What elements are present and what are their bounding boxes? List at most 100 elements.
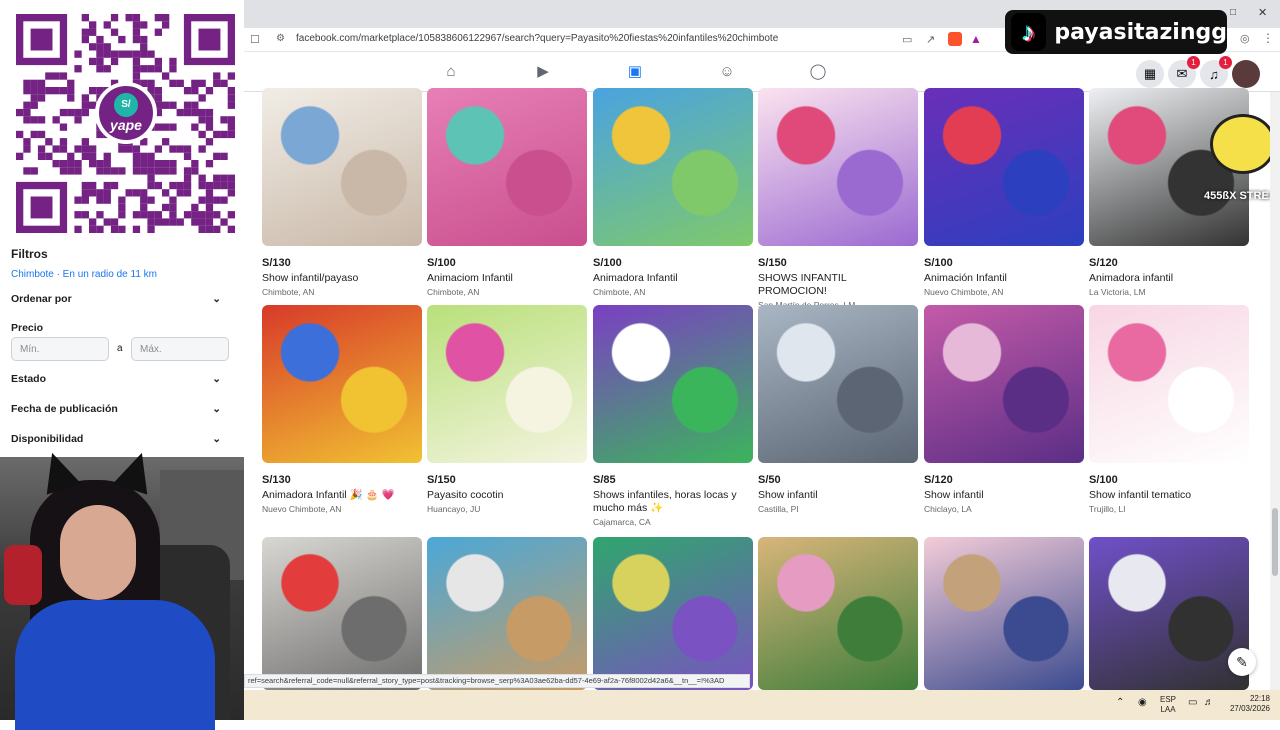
chevron-down-icon: ⌄ (212, 293, 221, 305)
filters-title: Filtros (11, 247, 48, 261)
listing-card[interactable]: S/130 Animadora Infantil 🎉 🎂 💗 Nuevo Chimb… (262, 305, 422, 514)
listing-price: S/120 (1089, 257, 1118, 269)
listing-price: S/150 (758, 257, 787, 269)
sort-dropdown[interactable]: Ordenar por ⌄ (11, 293, 221, 305)
listing-card[interactable]: S/100 Animadora Infantil Chimbote, AN (593, 88, 753, 297)
tiktok-overlay: ♪ payasitazingg (1005, 10, 1227, 54)
listing-photo[interactable] (758, 537, 918, 690)
listing-photo[interactable] (427, 88, 587, 246)
min-price-input[interactable]: Mín. (11, 337, 109, 361)
max-price-input[interactable]: Máx. (131, 337, 229, 361)
notifications-button[interactable]: ♫ 1 (1200, 56, 1232, 88)
listing-photo[interactable] (593, 305, 753, 463)
listing-photo[interactable] (427, 305, 587, 463)
listing-price: S/100 (1089, 474, 1118, 486)
marketplace-icon[interactable]: ▣ (626, 64, 644, 80)
scrollbar-thumb[interactable] (1272, 508, 1278, 576)
bookmark-icon[interactable]: ☐ (250, 33, 260, 46)
listing-photo[interactable] (1089, 305, 1249, 463)
listing-card[interactable]: S/50 Show infantil Castilla, PI (758, 305, 918, 514)
listing-title[interactable]: Show infantil/payaso (262, 272, 422, 285)
listing-photo[interactable] (924, 537, 1084, 690)
listing-photo[interactable] (427, 537, 587, 690)
listing-title[interactable]: Show infantil (924, 489, 1084, 502)
vpn-shield-icon[interactable]: ◎ (1240, 32, 1250, 45)
listing-title[interactable]: Show infantil tematico (1089, 489, 1249, 502)
listing-photo[interactable] (593, 537, 753, 690)
volume-icon[interactable]: ♬ (1204, 697, 1214, 708)
groups-icon[interactable]: ☺ (718, 64, 736, 80)
listing-location: Cajamarca, CA (593, 517, 651, 527)
listing-card[interactable]: S/100 Show infantil tematico Trujillo, LI (1089, 305, 1249, 514)
listing-photo[interactable] (262, 88, 422, 246)
language-indicator[interactable]: ESP LAA (1156, 695, 1180, 715)
listing-title[interactable]: SHOWS INFANTIL PROMOCION! (758, 272, 918, 298)
microphone-icon[interactable]: ◉ (1138, 697, 1147, 708)
gaming-icon[interactable]: ◯ (809, 64, 827, 80)
site-info-icon[interactable]: ⚙ (276, 33, 285, 44)
availability-dropdown[interactable]: Disponibilidad ⌄ (11, 433, 221, 445)
listing-card[interactable]: S/130 Show infantil/payaso Chimbote, AN (262, 88, 422, 297)
chevron-down-icon: ⌄ (212, 403, 221, 415)
listing-title[interactable]: Animaciom Infantil (427, 272, 587, 285)
profile-avatar[interactable] (1232, 60, 1260, 88)
listing-title[interactable]: Animadora Infantil (593, 272, 753, 285)
listing-card[interactable]: S/100 Animación Infantil Nuevo Chimbote, A… (924, 88, 1084, 297)
listing-photo[interactable] (593, 88, 753, 246)
share-icon[interactable]: ↗ (926, 33, 935, 46)
listing-title[interactable]: Payasito cocotin (427, 489, 587, 502)
listing-title[interactable]: Shows infantiles, horas locas y mucho má… (593, 489, 753, 515)
listing-title[interactable]: Animación Infantil (924, 272, 1084, 285)
listing-photo[interactable] (758, 88, 918, 246)
listing-card[interactable]: S/150 Payasito cocotin Huancayo, JU (427, 305, 587, 514)
listing-title[interactable]: Show infantil (758, 489, 918, 502)
listing-card[interactable]: S/85 Shows infantiles, horas locas y much… (593, 305, 753, 527)
listing-title[interactable]: Animadora infantil (1089, 272, 1249, 285)
listing-card[interactable] (1089, 537, 1249, 701)
rewards-icon[interactable]: ▲ (970, 32, 982, 46)
listing-card[interactable] (924, 537, 1084, 701)
listing-photo[interactable] (758, 305, 918, 463)
listing-price: S/130 (262, 257, 291, 269)
listing-photo[interactable] (924, 305, 1084, 463)
location-filter[interactable]: Chimbote · En un radio de 11 km (11, 269, 157, 280)
listing-location: Chimbote, AN (427, 287, 480, 297)
listing-photo[interactable] (924, 88, 1084, 246)
condition-dropdown[interactable]: Estado ⌄ (11, 373, 221, 385)
listing-card[interactable] (758, 537, 918, 701)
cast-icon[interactable]: ▭ (902, 33, 912, 46)
listing-photo[interactable] (1089, 537, 1249, 690)
listing-card[interactable]: S/150SHOWS INFANTIL PROMOCION!San Martín… (758, 88, 918, 310)
price-label-text: Precio (11, 322, 44, 334)
listing-location: Chimbote, AN (593, 287, 646, 297)
listing-card[interactable]: S/120 Show infantil Chiclayo, LA (924, 305, 1084, 514)
clock[interactable]: 22:18 27/03/2026 (1218, 694, 1270, 714)
close-window-icon[interactable]: ✕ (1258, 6, 1267, 19)
listing-photo[interactable] (262, 305, 422, 463)
tray-chevron-icon[interactable]: ⌃ (1116, 697, 1124, 708)
chevron-down-icon: ⌄ (212, 433, 221, 445)
home-icon[interactable]: ⌂ (442, 64, 460, 80)
listing-location: Huancayo, JU (427, 504, 481, 514)
brave-shield-icon[interactable] (948, 32, 962, 46)
listing-title[interactable]: Animadora Infantil 🎉 🎂 💗 (262, 489, 422, 502)
restore-icon[interactable]: □ (1230, 7, 1236, 18)
price-separator: a (117, 343, 123, 354)
compose-message-button[interactable]: ✎ (1228, 648, 1256, 676)
listing-price: S/150 (427, 474, 456, 486)
reels-icon[interactable]: ▶ (534, 64, 552, 80)
browser-menu-icon[interactable]: ⋮ (1262, 31, 1274, 45)
network-icon[interactable]: ▭ (1188, 697, 1197, 708)
chevron-down-icon: ⌄ (212, 373, 221, 385)
url-text[interactable]: facebook.com/marketplace/105838606122967… (296, 33, 778, 44)
menu-grid-button[interactable]: ▦ (1136, 60, 1164, 88)
webcam-face (60, 505, 136, 600)
page-scrollbar[interactable] (1270, 92, 1280, 690)
clock-date: 27/03/2026 (1229, 704, 1270, 713)
yape-wordmark: yape (110, 117, 142, 133)
messenger-button[interactable]: ✉ 1 (1168, 56, 1200, 88)
listing-photo[interactable] (262, 537, 422, 690)
date-dropdown[interactable]: Fecha de publicación ⌄ (11, 403, 221, 415)
listing-price: S/130 (262, 474, 291, 486)
listing-card[interactable]: S/100 Animaciom Infantil Chimbote, AN (427, 88, 587, 297)
